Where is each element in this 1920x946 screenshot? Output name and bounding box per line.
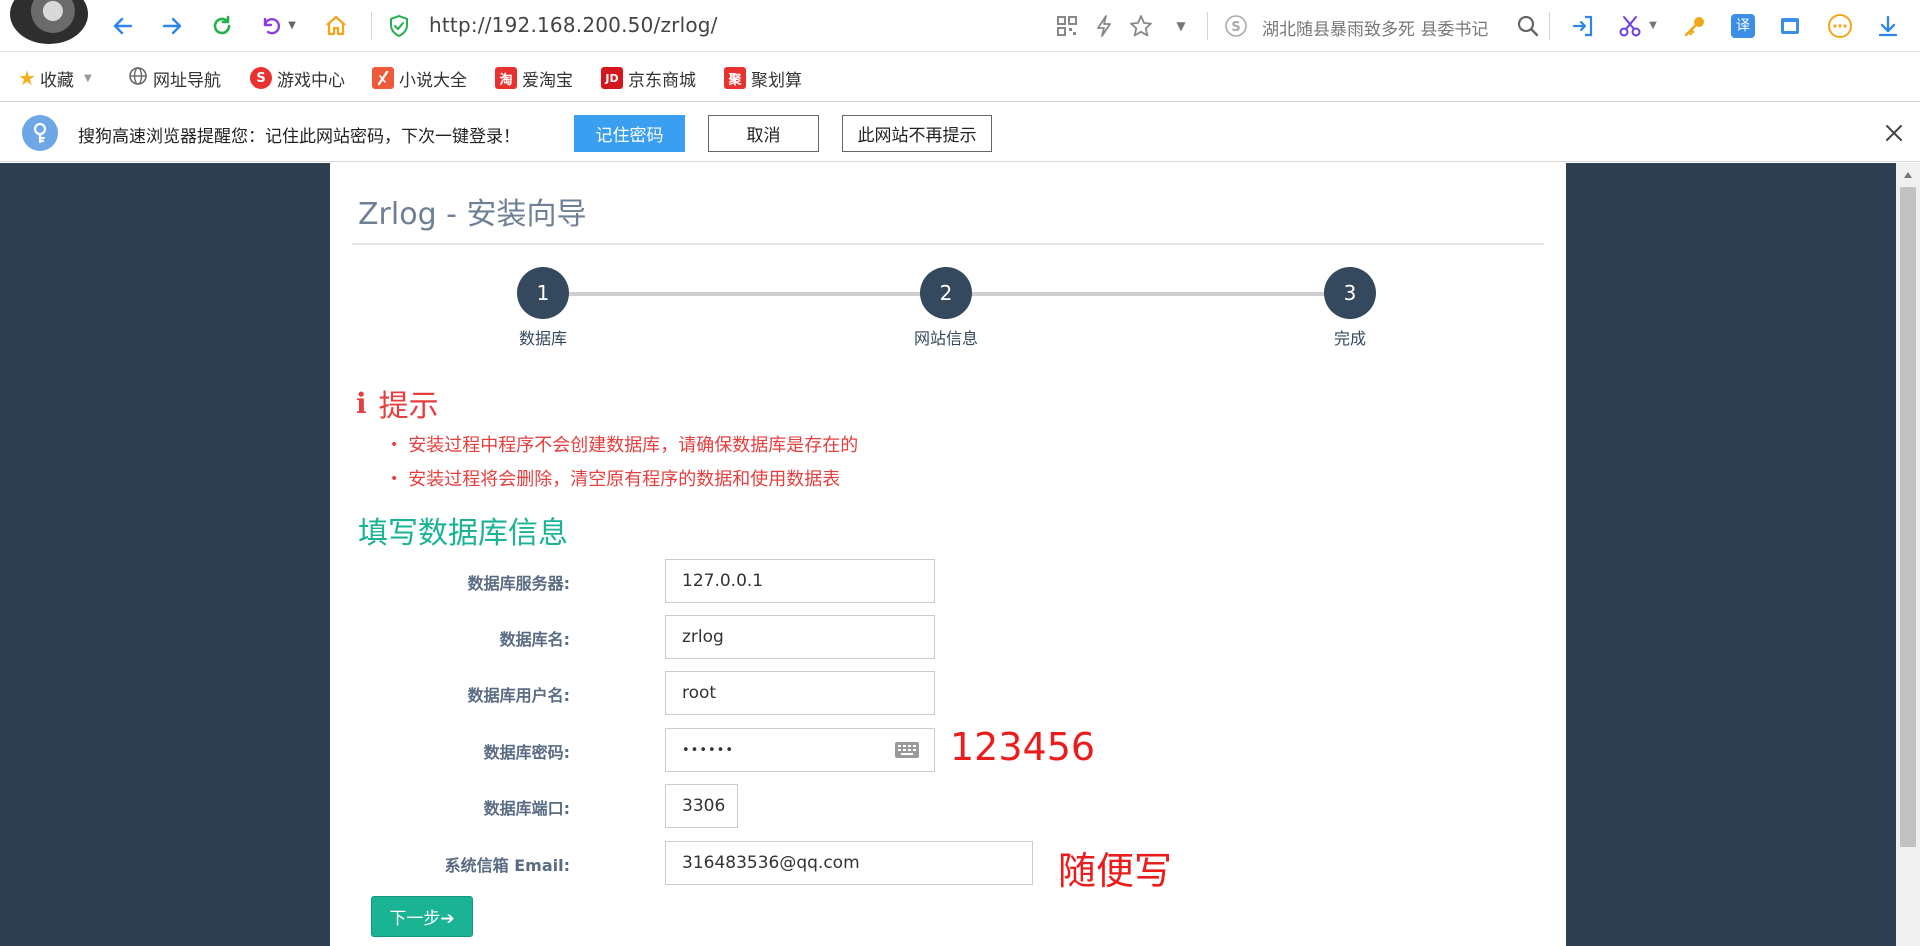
bookmark-jd[interactable]: JD 京东商城	[601, 65, 696, 91]
bookmark-nav[interactable]: 网址导航	[128, 65, 221, 91]
scissors-dropdown-icon[interactable]: ▼	[1646, 11, 1660, 41]
bookmarks-bar: ★ 收藏 ▼ 网址导航 S 游戏中心 小说大全 淘 爱淘宝 JD 京东商城 聚 …	[0, 52, 1920, 102]
qr-code-icon[interactable]	[1052, 11, 1082, 41]
email-input[interactable]: 316483536@qq.com	[665, 841, 1033, 885]
key-icon[interactable]	[1680, 11, 1710, 41]
search-icon[interactable]	[1513, 11, 1543, 41]
chevron-down-icon[interactable]: ▼	[84, 73, 92, 84]
bookmark-novels[interactable]: 小说大全	[372, 65, 467, 91]
star-dropdown-icon[interactable]: ▼	[1166, 11, 1196, 41]
db-name-label: 数据库名:	[499, 630, 570, 649]
close-icon[interactable]	[1880, 119, 1908, 147]
password-annotation: 123456	[950, 725, 1096, 769]
step-1-label: 数据库	[518, 329, 567, 348]
next-step-button[interactable]: 下一步➔	[371, 896, 473, 937]
bookmark-taobao[interactable]: 淘 爱淘宝	[495, 65, 573, 91]
lightning-icon[interactable]	[1089, 11, 1119, 41]
novel-icon	[372, 67, 394, 89]
cancel-button[interactable]: 取消	[708, 115, 819, 152]
search-input[interactable]: 湖北随县暴雨致多死 县委书记	[1262, 15, 1502, 40]
toolbar-divider	[1207, 12, 1208, 40]
keyboard-icon[interactable]	[894, 740, 920, 760]
never-remind-button[interactable]: 此网站不再提示	[842, 115, 992, 152]
home-icon[interactable]	[321, 11, 351, 41]
db-user-label: 数据库用户名:	[467, 686, 570, 705]
undo-icon[interactable]	[256, 11, 286, 41]
step-1-circle: 1	[517, 267, 569, 319]
password-reminder-bar: 搜狗高速浏览器提醒您：记住此网站密码，下次一键登录！ 记住密码 取消 此网站不再…	[0, 103, 1920, 162]
scrollbar-thumb[interactable]	[1900, 187, 1916, 847]
bookmark-juhuasuan[interactable]: 聚 聚划算	[724, 65, 802, 91]
hint-item: 安装过程将会删除，清空原有程序的数据和使用数据表	[390, 465, 840, 491]
bookmark-games[interactable]: S 游戏中心	[250, 65, 345, 91]
db-port-input[interactable]: 3306	[665, 784, 738, 828]
db-user-input[interactable]: root	[665, 671, 935, 715]
page-background: Zrlog - 安装向导 1 数据库 2 网站信息 3 完成 i 提示 安装过程…	[0, 163, 1896, 946]
secure-shield-icon[interactable]	[384, 11, 414, 41]
juhuasuan-icon: 聚	[724, 67, 746, 89]
hint-item: 安装过程中程序不会创建数据库，请确保数据库是存在的	[390, 431, 858, 457]
address-bar-input[interactable]: http://192.168.200.50/zrlog/	[429, 13, 718, 37]
globe-icon	[128, 66, 148, 91]
user-avatar[interactable]	[10, 0, 88, 44]
game-center-icon: S	[250, 67, 272, 89]
db-host-input[interactable]: 127.0.0.1	[665, 559, 935, 603]
refresh-icon[interactable]	[207, 11, 237, 41]
jd-icon: JD	[601, 67, 623, 89]
page-scrollbar[interactable]	[1896, 163, 1920, 946]
star-icon: ★	[18, 66, 36, 90]
email-annotation: 随便写	[1058, 849, 1173, 893]
db-name-input[interactable]: zrlog	[665, 615, 935, 659]
step-2-label: 网站信息	[913, 329, 978, 348]
forward-arrow-icon[interactable]	[157, 11, 187, 41]
remember-password-button[interactable]: 记住密码	[574, 115, 685, 152]
back-arrow-icon[interactable]	[108, 11, 138, 41]
bookmark-favorites[interactable]: ★ 收藏 ▼	[18, 65, 92, 91]
sidebar-login-icon[interactable]	[1568, 11, 1598, 41]
step-2-circle: 2	[920, 267, 972, 319]
browser-toolbar: ▼ http://192.168.200.50/zrlog/ ▼ S 湖北随县暴…	[0, 0, 1920, 52]
title-divider	[352, 243, 1544, 245]
taobao-icon: 淘	[495, 67, 517, 89]
page-title: Zrlog - 安装向导	[358, 197, 587, 232]
window-icon[interactable]	[1776, 11, 1806, 41]
db-section-title: 填写数据库信息	[358, 516, 568, 551]
hint-heading: i 提示	[356, 386, 439, 425]
sogou-search-icon[interactable]: S	[1221, 11, 1251, 41]
password-dots: ••••••	[682, 742, 735, 758]
install-wizard-card: Zrlog - 安装向导 1 数据库 2 网站信息 3 完成 i 提示 安装过程…	[330, 163, 1566, 946]
star-bookmark-icon[interactable]	[1126, 11, 1156, 41]
email-label: 系统信箱 Email:	[444, 856, 570, 875]
download-icon[interactable]	[1873, 11, 1903, 41]
db-host-label: 数据库服务器:	[467, 574, 570, 593]
translate-icon[interactable]: 译	[1728, 11, 1758, 41]
db-password-label: 数据库密码:	[483, 743, 570, 762]
db-port-label: 数据库端口:	[483, 799, 570, 818]
step-3-label: 完成	[1333, 329, 1366, 348]
info-icon: i	[356, 386, 367, 420]
password-reminder-message: 搜狗高速浏览器提醒您：记住此网站密码，下次一键登录！	[78, 127, 520, 147]
scroll-up-icon[interactable]	[1896, 167, 1920, 183]
svg-text:S: S	[1231, 20, 1240, 35]
toolbar-divider	[1549, 12, 1550, 40]
scissors-icon[interactable]	[1615, 11, 1645, 41]
key-icon	[22, 115, 58, 151]
more-options-icon[interactable]	[1825, 11, 1855, 41]
toolbar-divider	[371, 12, 372, 40]
undo-dropdown-icon[interactable]: ▼	[284, 11, 300, 41]
step-3-circle: 3	[1324, 267, 1376, 319]
db-password-input[interactable]: ••••••	[665, 728, 935, 772]
